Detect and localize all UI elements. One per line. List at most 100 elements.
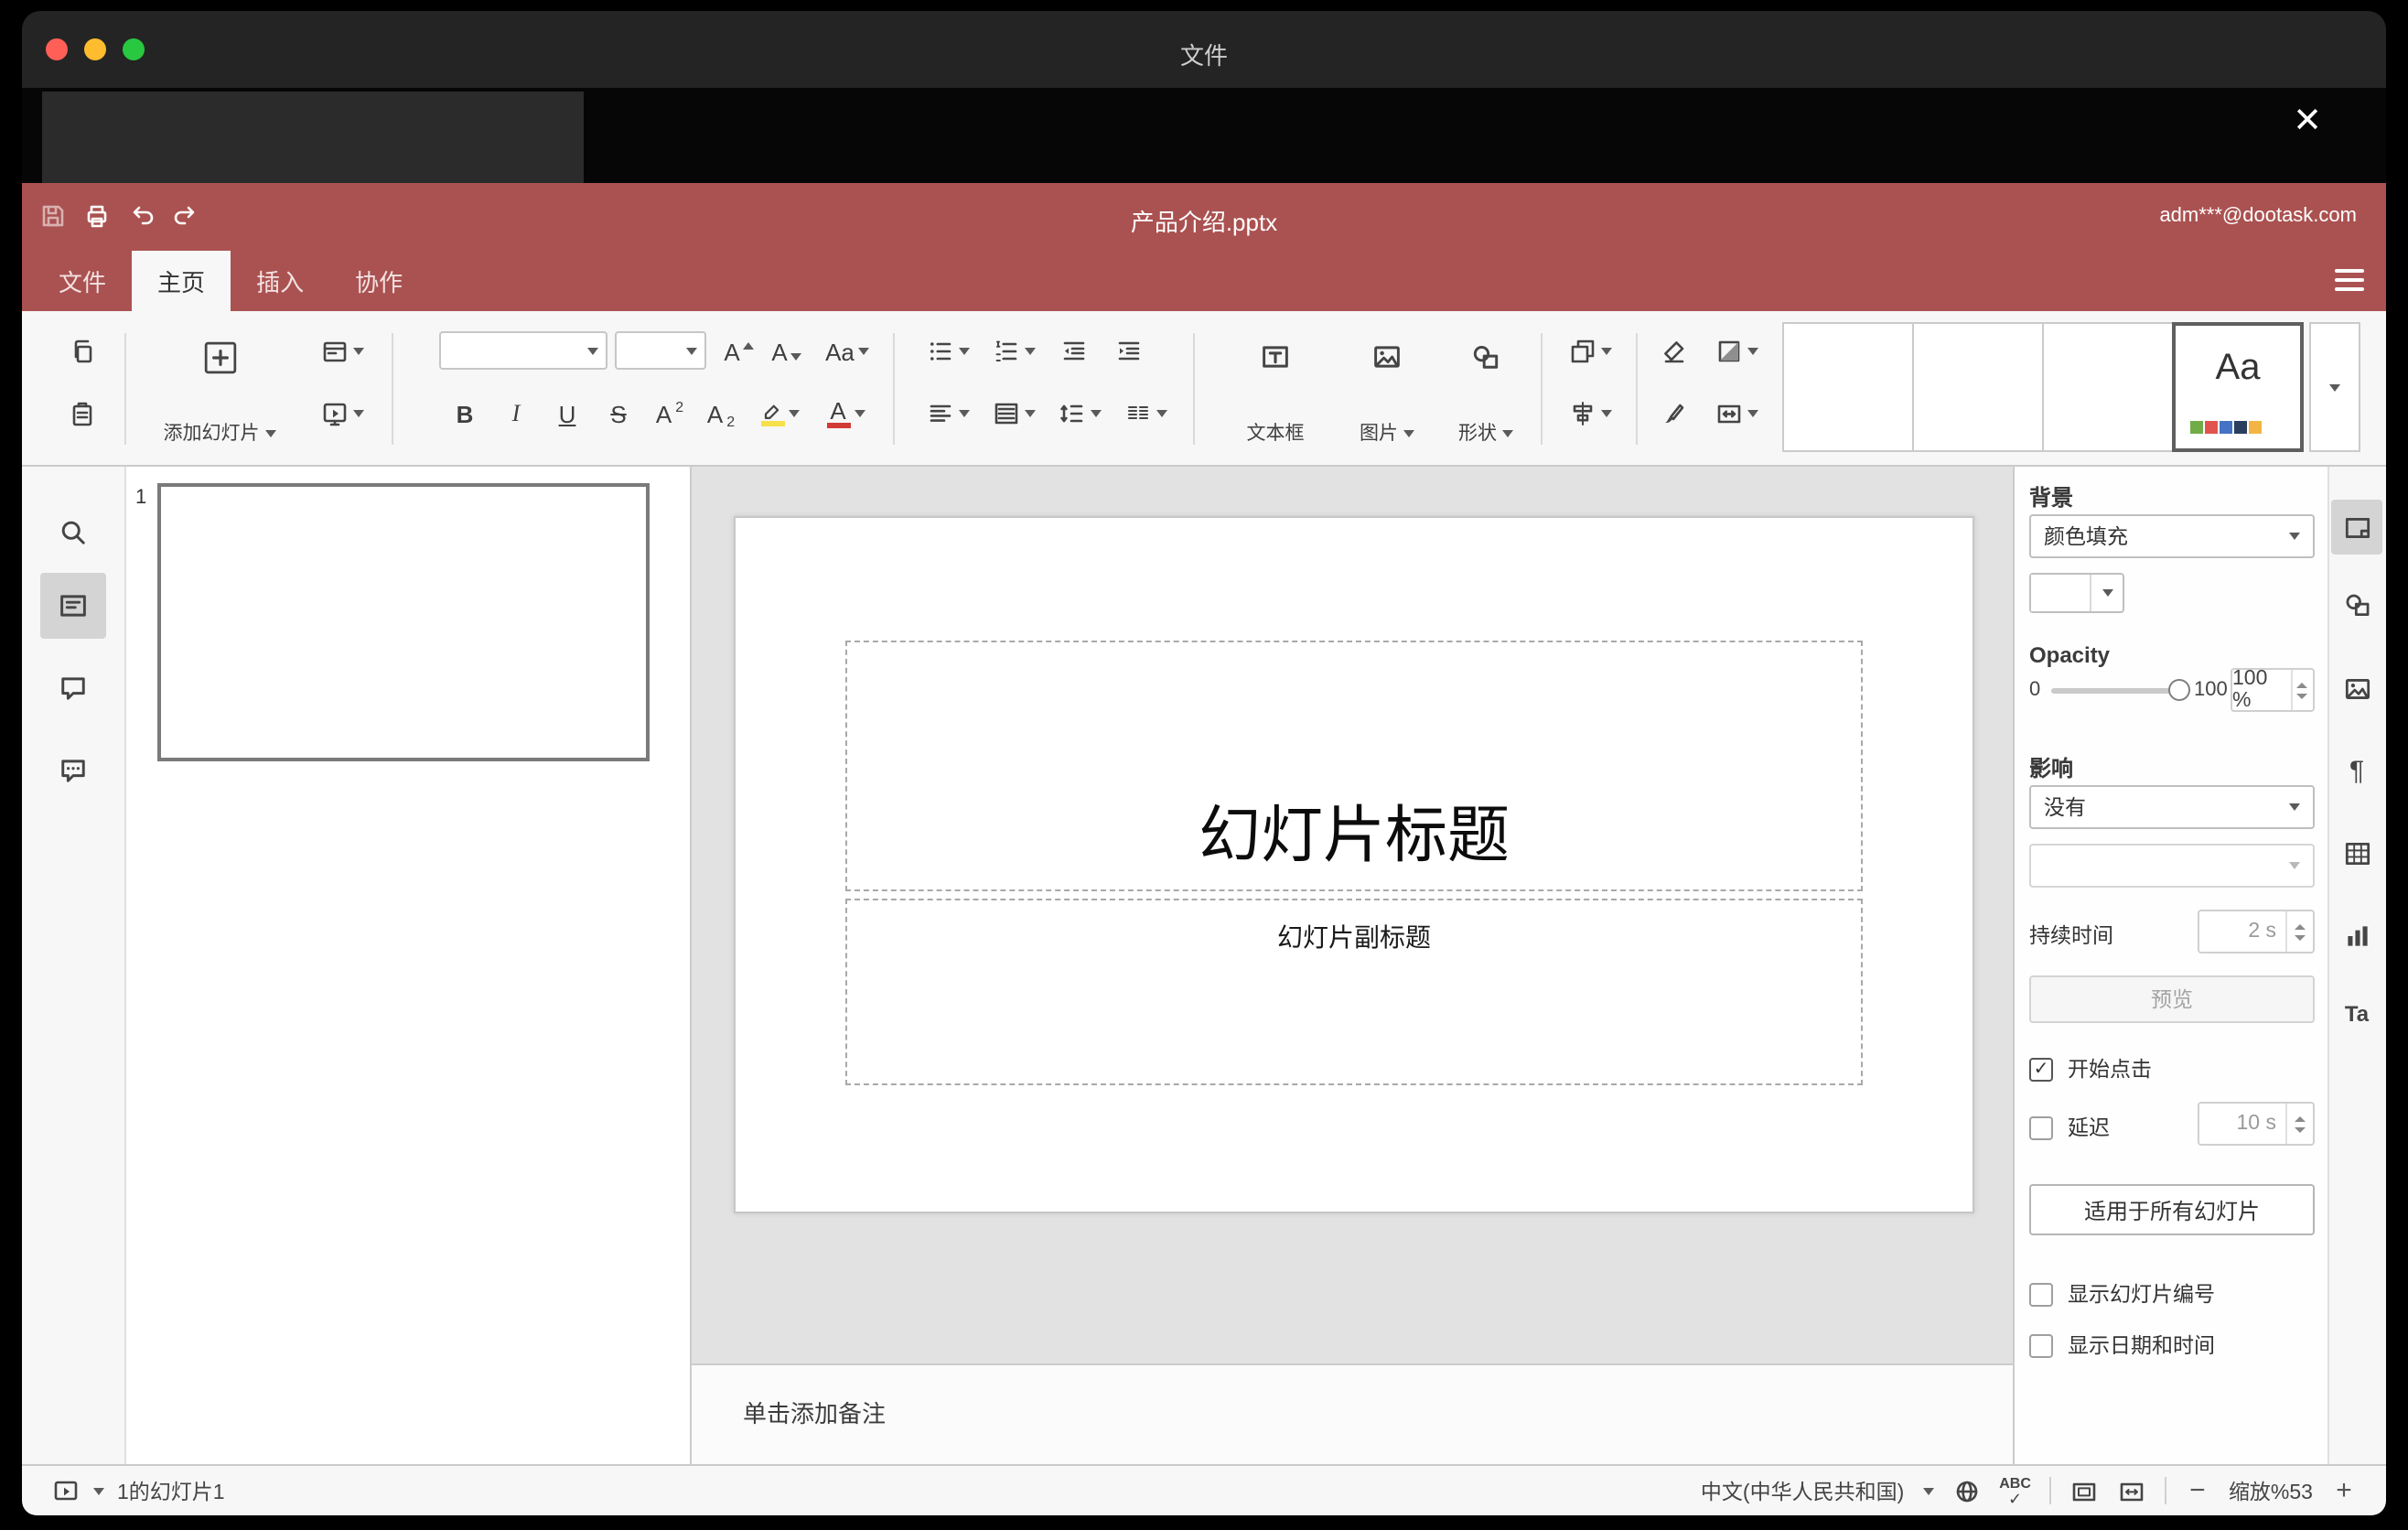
start-on-click-row[interactable]: ✓ 开始点击 [2029,1054,2152,1083]
spinner-icon[interactable] [2290,670,2313,710]
theme-option-2[interactable] [1912,322,2044,452]
theme-gallery-expand-button[interactable] [2309,322,2360,452]
theme-option-selected[interactable]: Aa [2172,322,2304,452]
line-spacing-button[interactable] [1050,390,1109,437]
show-datetime-checkbox[interactable] [2029,1333,2053,1357]
editor-canvas[interactable]: 幻灯片标题 幻灯片副标题 [692,467,2013,1363]
add-slide-button[interactable]: 添加幻灯片 [139,322,300,454]
zoom-level: 缩放%53 [2228,1482,2313,1503]
fill-color-button[interactable] [1705,328,1768,375]
opacity-slider-track[interactable] [2051,688,2176,694]
superscript-button[interactable]: A 2 [648,390,692,437]
slide-layout-button[interactable] [311,328,373,375]
background-color-picker[interactable] [2029,573,2124,613]
decrease-font-button[interactable]: A [765,328,809,375]
spellcheck-button[interactable]: ABC ✓ [1999,1475,2031,1506]
subscript-exp: 2 [726,413,736,429]
clear-style-button[interactable] [1650,328,1698,375]
apply-to-all-slides-button[interactable]: 适用于所有幻灯片 [2029,1184,2315,1235]
notes-area[interactable]: 单击添加备注 [692,1363,2013,1464]
italic-button[interactable]: I [494,390,538,437]
increase-indent-button[interactable] [1105,328,1153,375]
start-slideshow-button[interactable] [311,390,373,437]
effect-select[interactable]: 没有 [2029,785,2315,829]
slide-size-button[interactable] [1705,390,1768,437]
slide-settings-tab[interactable] [2331,500,2382,555]
insert-textbox-button[interactable]: 文本框 [1219,322,1332,454]
opacity-value-input[interactable]: 100 % [2231,668,2315,712]
theme-option-1[interactable] [1782,322,1914,452]
slide[interactable]: 幻灯片标题 幻灯片副标题 [734,516,1974,1213]
delay-row[interactable]: 延迟 [2029,1113,2110,1142]
opacity-slider-knob[interactable] [2168,679,2190,701]
highlight-color-button[interactable] [750,390,809,437]
search-panel-button[interactable] [40,500,106,566]
dialog-close-button[interactable]: ✕ [2284,97,2331,145]
title-placeholder[interactable]: 幻灯片标题 [845,641,1863,891]
show-slide-number-checkbox[interactable] [2029,1282,2053,1306]
bold-button[interactable]: B [443,390,487,437]
copy-style-icon [1665,404,1684,424]
paragraph-settings-tab[interactable]: ¶ [2331,743,2382,798]
vertical-align-button[interactable] [984,390,1043,437]
copy-button[interactable] [59,328,106,375]
spinner-icon[interactable] [2285,911,2313,952]
horizontal-align-button[interactable] [919,390,977,437]
theme-option-3[interactable] [2042,322,2174,452]
subtitle-placeholder[interactable]: 幻灯片副标题 [845,899,1863,1085]
font-size-combo[interactable] [615,331,706,370]
chevron-down-icon[interactable] [93,1487,104,1494]
globe-icon[interactable] [1951,1476,1981,1505]
arrange-shape-button[interactable] [1559,328,1621,375]
insert-shape-button[interactable]: 形状 [1438,322,1533,454]
chart-settings-tab[interactable] [2331,908,2382,963]
change-case-button[interactable]: Aa [816,328,878,375]
shape-settings-tab[interactable] [2331,576,2382,631]
zoom-in-button[interactable]: + [2331,1475,2357,1506]
start-slideshow-status-icon[interactable] [51,1476,81,1505]
table-settings-tab[interactable] [2331,825,2382,880]
preview-button[interactable]: 预览 [2029,975,2315,1023]
feedback-panel-button[interactable] [40,738,106,803]
image-settings-tab[interactable] [2331,661,2382,716]
slides-panel-button[interactable] [40,573,106,639]
show-datetime-row[interactable]: 显示日期和时间 [2029,1331,2215,1360]
show-slide-number-row[interactable]: 显示幻灯片编号 [2029,1279,2215,1309]
numbered-list-button[interactable] [984,328,1043,375]
tab-home[interactable]: 主页 [132,251,231,311]
tab-collaboration[interactable]: 协作 [329,251,428,311]
decrease-indent-button[interactable] [1050,328,1098,375]
strikethrough-button[interactable]: S [597,390,640,437]
background-fill-select[interactable]: 颜色填充 [2029,514,2315,558]
language-button[interactable]: 中文(中华人民共和国) [1701,1476,1904,1505]
tab-insert[interactable]: 插入 [231,251,329,311]
underline-button[interactable]: U [545,390,589,437]
align-shape-button[interactable] [1559,390,1621,437]
slide-thumbnail[interactable] [157,483,650,761]
textart-settings-tab[interactable]: Ta [2331,986,2382,1041]
effect-type-select[interactable] [2029,844,2315,888]
comments-panel-button[interactable] [40,655,106,721]
delay-checkbox[interactable] [2029,1115,2053,1139]
increase-font-button[interactable]: A [717,328,761,375]
start-on-click-checkbox[interactable]: ✓ [2029,1057,2053,1081]
tab-file[interactable]: 文件 [33,251,132,311]
bullet-list-button[interactable] [919,328,977,375]
font-color-button[interactable]: A [816,390,875,437]
spinner-icon[interactable] [2285,1104,2313,1144]
subscript-button[interactable]: A 2 [699,390,743,437]
columns-icon [1128,406,1148,419]
fit-slide-icon[interactable] [2069,1476,2099,1505]
insert-image-button[interactable]: 图片 [1339,322,1435,454]
copy-style-button[interactable] [1650,390,1698,437]
columns-button[interactable] [1116,390,1175,437]
duration-input[interactable]: 2 s [2198,910,2315,954]
font-name-combo[interactable] [439,331,607,370]
fit-width-icon[interactable] [2117,1476,2146,1505]
delay-input[interactable]: 10 s [2198,1102,2315,1146]
zoom-out-button[interactable]: − [2185,1475,2210,1506]
chevron-down-icon[interactable] [1922,1487,1934,1494]
chevron-down-icon [1502,429,1513,436]
paste-button[interactable] [59,390,106,437]
menu-hamburger-icon[interactable] [2335,269,2364,291]
